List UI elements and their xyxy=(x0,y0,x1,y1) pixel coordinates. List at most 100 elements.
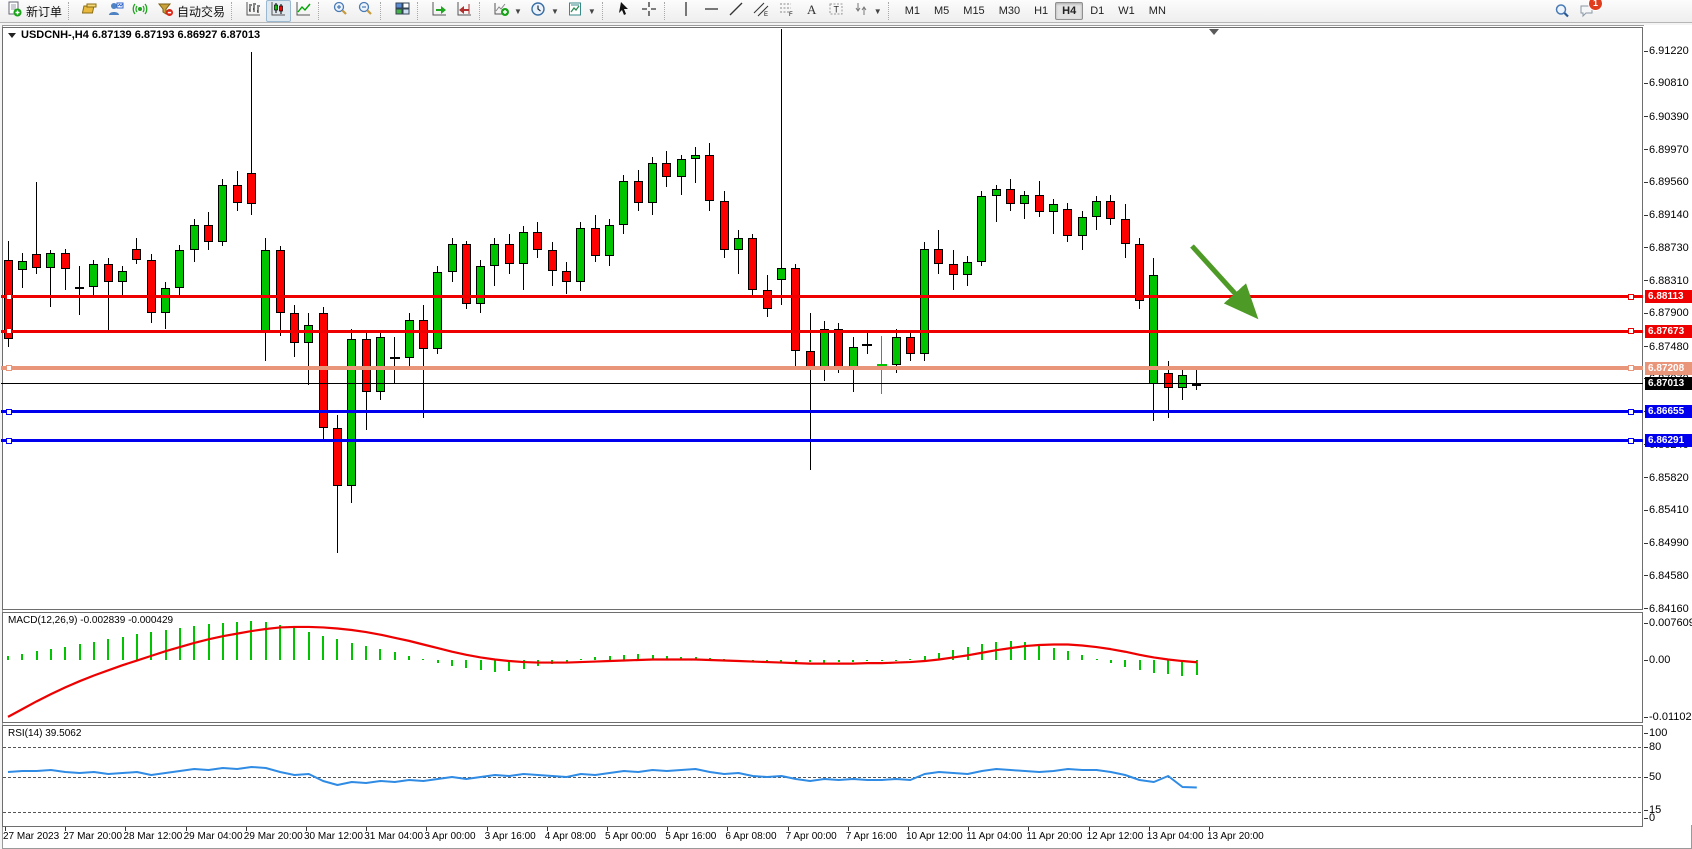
timeframe-m1-button[interactable]: M1 xyxy=(898,2,927,20)
candle-bull xyxy=(892,337,901,365)
shapes-icon xyxy=(853,1,870,22)
time-axis-tick xyxy=(968,827,969,831)
crosshair-icon xyxy=(641,1,658,22)
time-axis-tick xyxy=(125,827,126,831)
timeframe-w1-button[interactable]: W1 xyxy=(1111,2,1142,20)
level-line-resistance-1[interactable] xyxy=(1,295,1643,298)
timeframe-h1-button[interactable]: H1 xyxy=(1027,2,1055,20)
macd-histogram-bar xyxy=(465,660,467,668)
mt4-application: 新订单自动交易▼▼▼EFAT▼M1M5M15M30H1H4D1W1MN1 USD… xyxy=(0,0,1692,849)
collapse-ohlc-icon[interactable] xyxy=(8,33,16,38)
vline-icon xyxy=(678,1,695,22)
level-handle-right[interactable] xyxy=(1628,365,1634,371)
level-handle-right[interactable] xyxy=(1628,294,1634,300)
time-axis-tick xyxy=(848,827,849,831)
text-button[interactable]: A xyxy=(799,0,824,22)
vertical-line-button[interactable] xyxy=(674,0,699,22)
zoom-in-button[interactable] xyxy=(328,0,353,22)
macd-histogram-bar xyxy=(1167,660,1169,674)
level-handle-right[interactable] xyxy=(1628,409,1634,415)
macd-histogram-bar xyxy=(165,630,167,660)
rsi-tick-mark xyxy=(1644,733,1648,734)
line-chart-icon xyxy=(295,1,312,22)
timeframe-h4-button[interactable]: H4 xyxy=(1055,2,1083,20)
level-handle-left[interactable] xyxy=(6,438,12,444)
chevron-down-icon[interactable]: ▼ xyxy=(514,7,522,16)
level-line-current-price[interactable] xyxy=(1,383,1643,384)
price-tick-mark xyxy=(1644,116,1648,117)
level-handle-left[interactable] xyxy=(6,294,12,300)
autotrading-button[interactable]: 自动交易 xyxy=(153,0,229,22)
macd-histogram-bar xyxy=(938,653,940,660)
macd-histogram-bar xyxy=(952,650,954,660)
chart-candles-button[interactable] xyxy=(266,0,291,22)
market-watch-button[interactable] xyxy=(78,0,103,22)
new-order-button[interactable]: 新订单 xyxy=(2,0,66,22)
rsi-tick-mark xyxy=(1644,747,1648,748)
candle-bull xyxy=(1020,195,1029,204)
timeframe-mn-button[interactable]: MN xyxy=(1142,2,1173,20)
level-line-support-zone[interactable] xyxy=(1,366,1643,370)
chart-shift-marker[interactable] xyxy=(1209,29,1219,35)
arrows-button[interactable]: ▼ xyxy=(849,0,886,22)
trendline-icon xyxy=(728,1,745,22)
level-line-support-1[interactable] xyxy=(1,410,1643,413)
crosshair-button[interactable] xyxy=(637,0,662,22)
chart-line-button[interactable] xyxy=(291,0,316,22)
chart-bars-button[interactable] xyxy=(241,0,266,22)
rsi-tick-mark xyxy=(1644,810,1648,811)
macd-panel[interactable] xyxy=(2,612,1643,723)
price-tick-mark xyxy=(1644,510,1648,511)
zoom-out-button[interactable] xyxy=(353,0,378,22)
autotrading-button-label: 自动交易 xyxy=(177,3,225,20)
indicators-button[interactable]: ▼ xyxy=(489,0,526,22)
level-handle-left[interactable] xyxy=(6,328,12,334)
text-icon: A xyxy=(803,1,820,22)
horizontal-line-button[interactable] xyxy=(699,0,724,22)
level-handle-left[interactable] xyxy=(6,409,12,415)
timeframe-d1-button[interactable]: D1 xyxy=(1083,2,1111,20)
price-tick-label: 6.84580 xyxy=(1649,570,1689,582)
macd-histogram-bar xyxy=(250,621,252,660)
level-handle-right[interactable] xyxy=(1628,438,1634,444)
text-label-button[interactable]: T xyxy=(824,0,849,22)
chevron-down-icon[interactable]: ▼ xyxy=(588,7,596,16)
profile-button[interactable] xyxy=(103,0,128,22)
periods-button[interactable]: ▼ xyxy=(526,0,563,22)
trendline-button[interactable] xyxy=(724,0,749,22)
candle-bull xyxy=(992,189,1001,197)
gold-box-icon xyxy=(82,1,99,22)
level-line-support-2[interactable] xyxy=(1,439,1643,442)
candle-bull xyxy=(376,337,385,392)
auto-scroll-button[interactable] xyxy=(427,0,452,22)
time-axis-tick xyxy=(667,827,668,831)
chevron-down-icon[interactable]: ▼ xyxy=(874,7,882,16)
tile-windows-button[interactable] xyxy=(390,0,415,22)
time-axis-label: 12 Apr 12:00 xyxy=(1087,831,1144,842)
channel-button[interactable]: E xyxy=(749,0,774,22)
cursor-button[interactable] xyxy=(612,0,637,22)
signals-button[interactable] xyxy=(128,0,153,22)
timeframe-m5-button[interactable]: M5 xyxy=(927,2,956,20)
notification-badge: 1 xyxy=(1588,0,1603,11)
level-handle-right[interactable] xyxy=(1628,328,1634,334)
timeframe-m15-button[interactable]: M15 xyxy=(956,2,991,20)
level-handle-left[interactable] xyxy=(6,365,12,371)
level-line-resistance-2[interactable] xyxy=(1,330,1643,333)
macd-histogram-bar xyxy=(379,649,381,660)
chart-shift-button[interactable] xyxy=(452,0,477,22)
templates-button[interactable]: ▼ xyxy=(563,0,600,22)
candle-bull xyxy=(261,250,270,331)
notifications-button[interactable]: 1 xyxy=(1575,0,1600,22)
macd-histogram-bar xyxy=(737,660,739,661)
time-axis-tick xyxy=(727,827,728,831)
candle-bear xyxy=(204,225,213,242)
search-button[interactable] xyxy=(1550,0,1575,22)
chevron-down-icon[interactable]: ▼ xyxy=(551,7,559,16)
macd-histogram-bar xyxy=(823,660,825,663)
fibonacci-button[interactable]: F xyxy=(774,0,799,22)
price-tick-label: 6.84990 xyxy=(1649,537,1689,549)
price-chart-panel[interactable] xyxy=(2,27,1643,610)
candle-bull xyxy=(18,261,27,270)
timeframe-m30-button[interactable]: M30 xyxy=(992,2,1027,20)
